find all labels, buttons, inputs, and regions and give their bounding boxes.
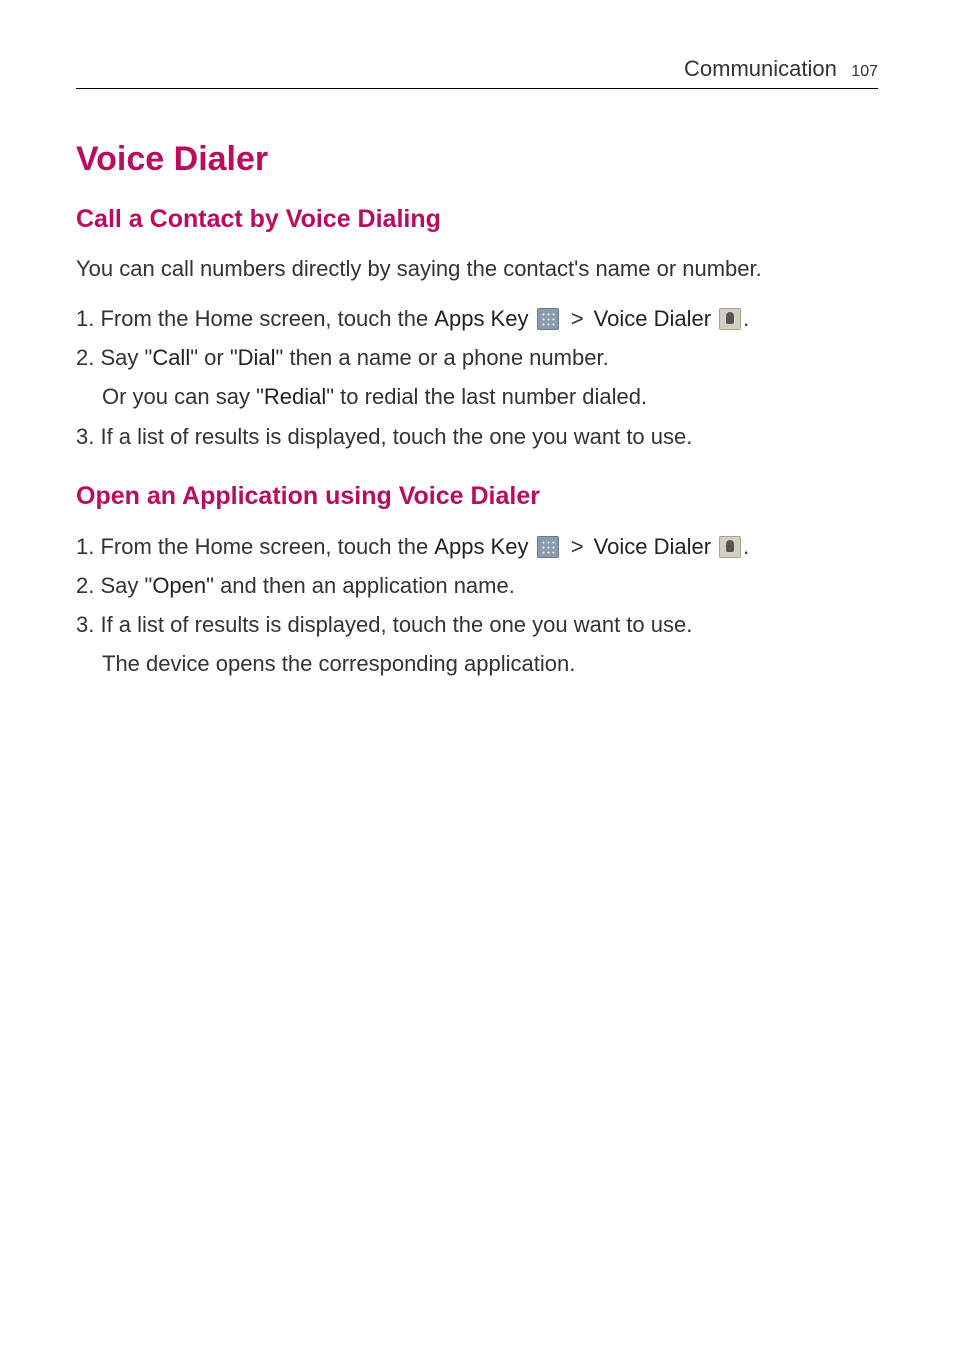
apps-key-label: Apps Key [434, 534, 534, 559]
redial-label: Redial [264, 384, 326, 409]
apps-key-icon [537, 536, 559, 558]
voice-dialer-label: Voice Dialer [594, 306, 718, 331]
list-item: 2. Say "Open" and then an application na… [76, 568, 878, 603]
section1-intro: You can call numbers directly by saying … [76, 252, 878, 285]
item-continuation: The device opens the corresponding appli… [102, 646, 878, 681]
open-label: Open [152, 573, 206, 598]
item-number: 2. [76, 345, 94, 370]
item-text: " to redial the last number dialed. [326, 384, 647, 409]
item-text: From the Home screen, touch the [94, 534, 434, 559]
separator: > [565, 306, 590, 331]
header-section-title: Communication [684, 56, 837, 81]
apps-key-icon [537, 308, 559, 330]
item-number: 3. [76, 612, 94, 637]
voice-dialer-icon [719, 308, 741, 330]
item-text: . [743, 306, 749, 331]
list-item: 1. From the Home screen, touch the Apps … [76, 529, 878, 564]
list-item: 3. If a list of results is displayed, to… [76, 419, 878, 454]
voice-dialer-label: Voice Dialer [594, 534, 718, 559]
section1-heading: Call a Contact by Voice Dialing [76, 205, 878, 234]
item-text: . [743, 534, 749, 559]
main-heading: Voice Dialer [76, 140, 878, 179]
list-item: 1. From the Home screen, touch the Apps … [76, 301, 878, 336]
separator: > [565, 534, 590, 559]
item-text: Say " [94, 345, 152, 370]
item-number: 3. [76, 424, 94, 449]
item-text: " or " [190, 345, 237, 370]
apps-key-label: Apps Key [434, 306, 534, 331]
section1-list: 1. From the Home screen, touch the Apps … [76, 301, 878, 454]
call-label: Call [152, 345, 190, 370]
voice-dialer-icon [719, 536, 741, 558]
item-number: 1. [76, 306, 94, 331]
item-number: 1. [76, 534, 94, 559]
section2-list: 1. From the Home screen, touch the Apps … [76, 529, 878, 682]
item-text: Or you can say " [102, 384, 264, 409]
content-area: Voice Dialer Call a Contact by Voice Dia… [76, 140, 878, 710]
dial-label: Dial [238, 345, 276, 370]
page-number: 107 [851, 63, 878, 80]
item-text: " then a name or a phone number. [276, 345, 609, 370]
item-text: " and then an application name. [206, 573, 515, 598]
item-text: From the Home screen, touch the [94, 306, 434, 331]
list-item: 2. Say "Call" or "Dial" then a name or a… [76, 340, 878, 414]
page-header: Communication 107 [76, 56, 878, 89]
list-item: 3. If a list of results is displayed, to… [76, 607, 878, 681]
item-text: Say " [94, 573, 152, 598]
item-continuation: Or you can say "Redial" to redial the la… [102, 379, 878, 414]
item-text: If a list of results is displayed, touch… [94, 612, 692, 637]
item-text: If a list of results is displayed, touch… [94, 424, 692, 449]
section2-heading: Open an Application using Voice Dialer [76, 482, 878, 511]
item-number: 2. [76, 573, 94, 598]
